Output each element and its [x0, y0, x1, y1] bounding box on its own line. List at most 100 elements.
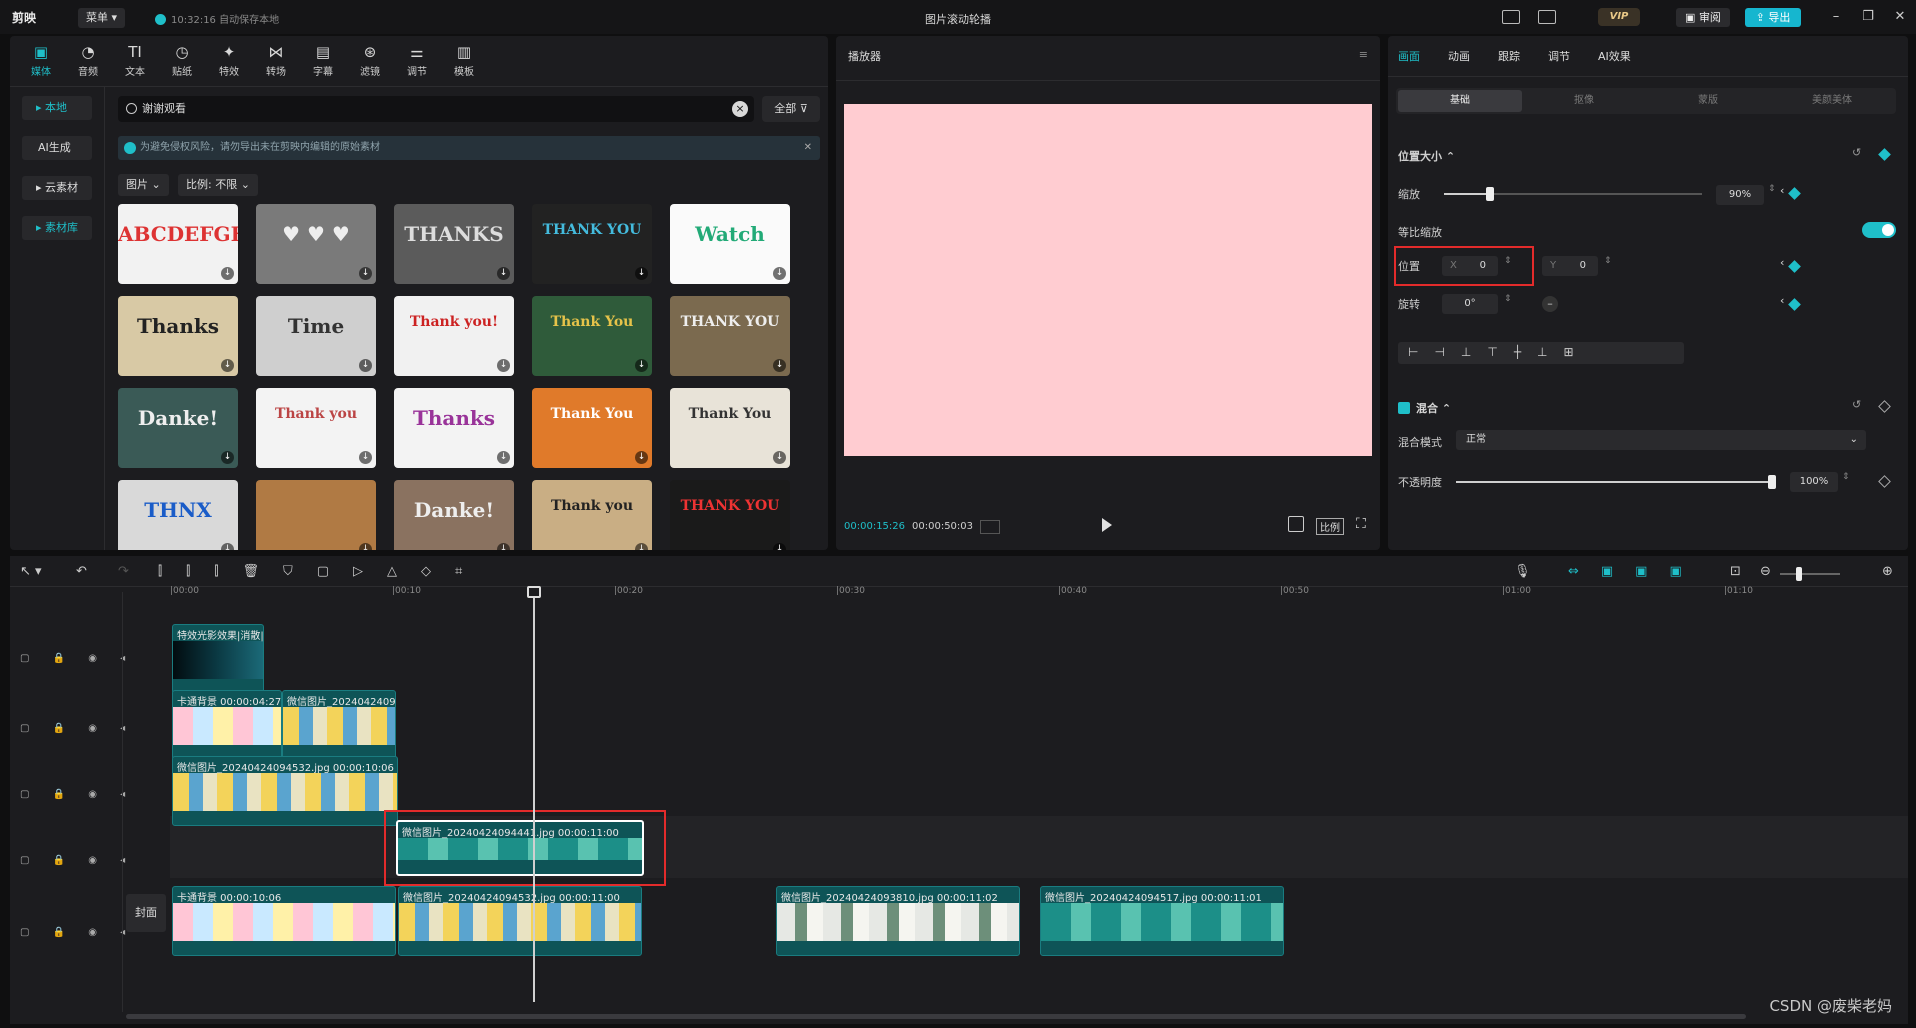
prev-keyframe-icon[interactable]: ‹: [1780, 256, 1784, 269]
filter-all-button[interactable]: 全部 ⊽: [762, 96, 820, 122]
tab-inspector[interactable]: 跟踪: [1498, 48, 1520, 64]
layout-icon[interactable]: [1538, 10, 1556, 24]
download-icon[interactable]: ↓: [773, 451, 786, 464]
vip-badge[interactable]: VIP: [1598, 8, 1640, 26]
stepper-icon[interactable]: ⇕: [1504, 294, 1512, 304]
download-icon[interactable]: ↓: [635, 543, 648, 550]
screenshot-icon[interactable]: [1288, 516, 1304, 532]
media-thumbnail[interactable]: ABCDEFGH ↓: [118, 204, 238, 284]
media-thumbnail[interactable]: THANK YOU ↓: [532, 204, 652, 284]
stepper-icon[interactable]: ⇕: [1842, 472, 1850, 482]
uniform-scale-toggle[interactable]: [1862, 222, 1896, 238]
media-thumbnail[interactable]: Time ↓: [256, 296, 376, 376]
redo-icon[interactable]: ↷: [118, 564, 129, 579]
align-toolbar[interactable]: ⊢⊣⊥⊤┼⊥⊞: [1398, 342, 1684, 364]
media-thumbnail[interactable]: Thank you! ↓: [394, 296, 514, 376]
timeline-clip[interactable]: 卡通背景 00:00:10:06: [172, 886, 396, 956]
blend-mode-select[interactable]: 正常 ⌄: [1456, 430, 1866, 450]
timeline-clip[interactable]: 卡通背景 00:00:04:27: [172, 690, 282, 760]
media-thumbnail[interactable]: Thank you ↓: [532, 480, 652, 550]
media-thumbnail[interactable]: Danke! ↓: [394, 480, 514, 550]
timeline-clip[interactable]: 特效光影效果|消散|: [172, 624, 264, 694]
minimize-icon[interactable]: –: [1826, 8, 1846, 26]
sidebar-item-library[interactable]: ▸ 素材库: [22, 216, 92, 240]
time-ruler[interactable]: |00:00 |00:10 |00:20 |00:30 |00:40 |00:50 |01:…: [130, 584, 1908, 600]
export-button[interactable]: ⇪ 导出: [1745, 8, 1801, 27]
type-dropdown[interactable]: 图片 ⌄: [118, 174, 169, 196]
download-icon[interactable]: ↓: [359, 543, 372, 550]
track-controls[interactable]: ▢ 🔒 ◉ ◂: [20, 723, 135, 734]
media-thumbnail[interactable]: ↓: [256, 480, 376, 550]
keyframe-icon[interactable]: [1878, 148, 1891, 161]
microphone-icon[interactable]: 🎙: [1514, 564, 1531, 579]
tab-inspector[interactable]: 画面: [1398, 48, 1420, 64]
download-icon[interactable]: ↓: [497, 543, 510, 550]
position-x-field[interactable]: X0: [1442, 256, 1498, 276]
tab-filter[interactable]: ⊛ 滤镜: [345, 40, 395, 80]
prev-keyframe-icon[interactable]: ‹: [1780, 294, 1784, 307]
tab-text[interactable]: TI 文本: [110, 40, 160, 80]
playhead-handle[interactable]: [527, 586, 541, 598]
media-thumbnail[interactable]: Danke! ↓: [118, 388, 238, 468]
shortcut-icon[interactable]: [1502, 10, 1520, 24]
undo-icon[interactable]: ↶: [76, 564, 87, 579]
tab-subtitle[interactable]: ▤ 字幕: [298, 40, 348, 80]
download-icon[interactable]: ↓: [221, 267, 234, 280]
download-icon[interactable]: ↓: [497, 451, 510, 464]
opacity-slider[interactable]: [1768, 475, 1776, 489]
media-thumbnail[interactable]: Thank You ↓: [532, 388, 652, 468]
stepper-icon[interactable]: ⇕: [1768, 184, 1776, 194]
zoom-out-icon[interactable]: ⊖: [1760, 564, 1771, 579]
track-controls[interactable]: ▢ 🔒 ◉ ◂: [20, 927, 135, 938]
checkbox-icon[interactable]: [1398, 402, 1410, 414]
tab-inspector[interactable]: AI效果: [1598, 48, 1631, 64]
media-thumbnail[interactable]: THANK YOU ↓: [670, 296, 790, 376]
download-icon[interactable]: ↓: [359, 451, 372, 464]
segment-tab[interactable]: 蒙版: [1646, 90, 1770, 112]
keyframe-icon[interactable]: [1878, 400, 1891, 413]
tab-adjust[interactable]: ⚌ 调节: [392, 40, 442, 80]
rotate-field[interactable]: 0°: [1442, 294, 1498, 314]
timeline-clip[interactable]: 微信图片_20240424093810.jpg 00:00:11:02: [776, 886, 1020, 956]
media-thumbnail[interactable]: ♥ ♥ ♥ ↓: [256, 204, 376, 284]
section-blend[interactable]: 混合 ⌃: [1416, 400, 1451, 416]
download-icon[interactable]: ↓: [635, 359, 648, 372]
opacity-value[interactable]: 100%: [1790, 472, 1838, 492]
download-icon[interactable]: ↓: [221, 543, 234, 550]
media-thumbnail[interactable]: Thank You ↓: [532, 296, 652, 376]
media-thumbnail[interactable]: THNX ↓: [118, 480, 238, 550]
media-thumbnail[interactable]: Watch ↓: [670, 204, 790, 284]
keyframe-icon[interactable]: [1788, 187, 1801, 200]
restore-icon[interactable]: ❐: [1858, 8, 1878, 26]
clear-icon[interactable]: ×: [732, 101, 748, 117]
section-position-size[interactable]: 位置大小 ⌃: [1398, 148, 1455, 164]
stepper-icon[interactable]: ⇕: [1504, 256, 1512, 266]
track-tools-icons[interactable]: ⇔▣▣▣: [1568, 564, 1704, 579]
position-y-field[interactable]: Y0: [1542, 256, 1598, 276]
keyframe-icon[interactable]: [1788, 260, 1801, 273]
reset-icon[interactable]: ↺: [1852, 398, 1861, 411]
media-thumbnail[interactable]: THANKS ↓: [394, 204, 514, 284]
close-icon[interactable]: ✕: [1890, 8, 1910, 26]
media-thumbnail[interactable]: Thanks ↓: [118, 296, 238, 376]
tab-inspector[interactable]: 调节: [1548, 48, 1570, 64]
tab-sticker[interactable]: ◷ 贴纸: [157, 40, 207, 80]
download-icon[interactable]: ↓: [773, 359, 786, 372]
close-icon[interactable]: ✕: [804, 136, 812, 160]
tab-template[interactable]: ▥ 模板: [439, 40, 489, 80]
timeline-clip[interactable]: 微信图片_20240424094532.jpg 00:00:11:00: [398, 886, 642, 956]
select-tool-icon[interactable]: ↖ ▾: [20, 564, 42, 579]
stepper-icon[interactable]: ⇕: [1604, 256, 1612, 266]
sidebar-item-cloud[interactable]: ▸ 云素材: [22, 176, 92, 200]
download-icon[interactable]: ↓: [359, 267, 372, 280]
segment-tab[interactable]: 抠像: [1522, 90, 1646, 112]
prev-keyframe-icon[interactable]: ‹: [1780, 184, 1784, 197]
tab-inspector[interactable]: 动画: [1448, 48, 1470, 64]
preview-axis-icon[interactable]: ⊡: [1730, 564, 1741, 579]
tab-media[interactable]: ▣ 媒体: [16, 40, 66, 80]
download-icon[interactable]: ↓: [773, 267, 786, 280]
track-controls[interactable]: ▢ 🔒 ◉ ◂: [20, 653, 135, 664]
tab-transition[interactable]: ⋈ 转场: [251, 40, 301, 80]
download-icon[interactable]: ↓: [497, 267, 510, 280]
ratio-dropdown[interactable]: 比例: 不限 ⌄: [178, 174, 258, 196]
